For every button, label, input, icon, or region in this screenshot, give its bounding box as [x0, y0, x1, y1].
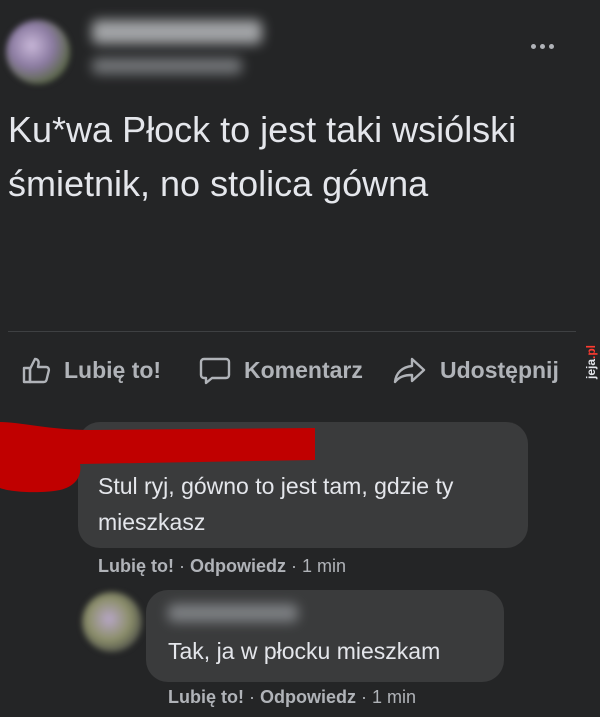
like-button[interactable]: Lubię to!	[20, 354, 161, 386]
post-actions-bar: Lubię to! Komentarz Udostępnij	[0, 350, 580, 390]
reply-time: 1 min	[371, 687, 416, 707]
author-name-blurred[interactable]	[92, 20, 262, 44]
comment-bubble-icon	[199, 357, 231, 385]
comment-time: 1 min	[301, 556, 346, 576]
like-label: Lubię to!	[64, 356, 162, 383]
share-button[interactable]: Udostępnij	[392, 354, 559, 386]
reply-avatar[interactable]	[82, 592, 142, 652]
reply-reply-link[interactable]: Odpowiedz	[260, 687, 356, 707]
commenter-redaction	[0, 422, 315, 493]
comment-label: Komentarz	[244, 356, 363, 383]
comment-reply-link[interactable]: Odpowiedz	[190, 556, 286, 576]
more-options-button[interactable]	[524, 36, 560, 56]
more-horizontal-icon	[530, 43, 536, 49]
post-text: Ku*wa Płock to jest taki wsiólski śmietn…	[8, 109, 517, 204]
reply-like-link[interactable]: Lubię to!	[168, 687, 244, 707]
reply-text: Tak, ja w płocku mieszkam	[168, 638, 441, 664]
reply-meta: Lubię to! · Odpowiedz · 1 min	[168, 687, 416, 707]
reply-bubble: Tak, ja w płocku mieszkam	[146, 590, 504, 682]
reply-author-blurred[interactable]	[168, 604, 298, 622]
share-arrow-icon	[393, 357, 426, 384]
comment-like-link[interactable]: Lubię to!	[98, 556, 174, 576]
author-avatar[interactable]	[6, 20, 70, 84]
comment-button[interactable]: Komentarz	[198, 354, 363, 386]
post-meta-blurred	[92, 58, 242, 74]
divider	[8, 331, 576, 332]
thumbs-up-icon	[22, 357, 51, 384]
post-card: Ku*wa Płock to jest taki wsiólski śmietn…	[0, 0, 600, 717]
jeja-watermark: jeja .pl	[582, 338, 600, 386]
share-label: Udostępnij	[440, 356, 559, 383]
comment-meta: Lubię to! · Odpowiedz · 1 min	[98, 556, 346, 576]
